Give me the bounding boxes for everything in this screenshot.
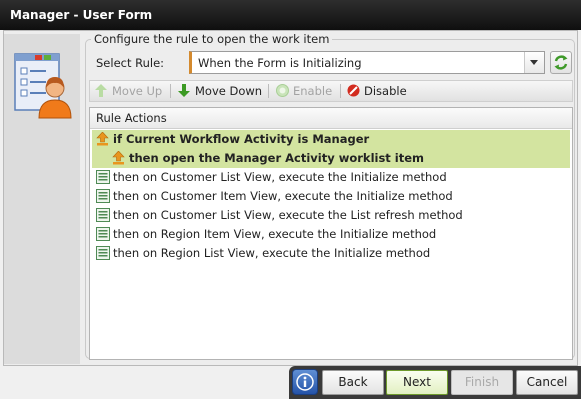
list-view-icon <box>96 227 110 241</box>
finish-button[interactable]: Finish <box>451 370 513 395</box>
toolbar-divider <box>170 84 171 98</box>
list-view-icon <box>96 189 110 203</box>
rule-text: then on Region List View, execute the In… <box>113 246 431 260</box>
enable-label: Enable <box>293 84 333 98</box>
rule-text: then on Customer List View, execute the … <box>113 170 447 184</box>
rule-actions-header: Rule Actions <box>90 108 572 129</box>
disable-icon <box>347 84 360 97</box>
enable-button[interactable]: Enable <box>276 81 336 101</box>
rule-text: then open the Manager Activity worklist … <box>129 151 425 165</box>
rule-row[interactable]: then on Customer List View, execute the … <box>92 206 570 225</box>
left-panel <box>4 34 80 364</box>
disable-label: Disable <box>364 84 407 98</box>
rule-toolbar: Move Up Move Down Enable Disable <box>89 80 573 102</box>
rule-row[interactable]: then on Customer Item View, execute the … <box>92 187 570 206</box>
rule-text: if Current Workflow Activity is Manager <box>113 132 370 146</box>
info-button[interactable] <box>292 369 318 395</box>
toolbar-divider <box>268 84 269 98</box>
back-button[interactable]: Back <box>322 370 384 395</box>
arrow-down-icon <box>178 84 190 97</box>
rule-row[interactable]: if Current Workflow Activity is Manager <box>92 130 570 149</box>
rule-row[interactable]: then on Customer List View, execute the … <box>92 168 570 187</box>
rule-text: then on Customer List View, execute the … <box>113 208 463 222</box>
rule-text: then on Customer Item View, execute the … <box>113 189 453 203</box>
select-rule-label: Select Rule: <box>96 56 165 70</box>
rule-actions-header-label: Rule Actions <box>96 111 167 125</box>
disable-button[interactable]: Disable <box>347 81 413 101</box>
move-up-button[interactable]: Move Up <box>95 81 165 101</box>
condition-icon <box>112 151 125 165</box>
list-view-icon <box>96 170 110 184</box>
enable-icon <box>276 84 289 97</box>
info-icon <box>296 373 314 391</box>
select-rule-value: When the Form is Initializing <box>198 56 362 70</box>
move-down-label: Move Down <box>195 84 263 98</box>
rule-row[interactable]: then on Region Item View, execute the In… <box>92 225 570 244</box>
condition-icon <box>96 132 109 146</box>
select-rule-dropdown[interactable]: When the Form is Initializing <box>189 51 545 74</box>
move-down-button[interactable]: Move Down <box>178 81 262 101</box>
chevron-down-icon[interactable] <box>524 52 544 73</box>
move-up-label: Move Up <box>112 84 163 98</box>
refresh-button[interactable] <box>550 51 572 74</box>
rule-text: then on Region Item View, execute the In… <box>113 227 437 241</box>
arrow-up-icon <box>95 84 107 97</box>
refresh-icon <box>554 55 568 70</box>
rule-row[interactable]: then open the Manager Activity worklist … <box>92 149 570 168</box>
list-view-icon <box>96 208 110 222</box>
list-view-icon <box>96 246 110 260</box>
toolbar-divider <box>340 84 341 98</box>
user-form-icon <box>11 48 73 123</box>
next-button[interactable]: Next <box>386 370 448 395</box>
window-title: Manager - User Form <box>0 0 581 30</box>
cancel-button[interactable]: Cancel <box>516 370 578 395</box>
rule-row[interactable]: then on Region List View, execute the In… <box>92 244 570 263</box>
rule-actions-list[interactable]: Rule Actions if Current Workflow Activit… <box>89 107 573 360</box>
group-legend: Configure the rule to open the work item <box>91 32 333 46</box>
